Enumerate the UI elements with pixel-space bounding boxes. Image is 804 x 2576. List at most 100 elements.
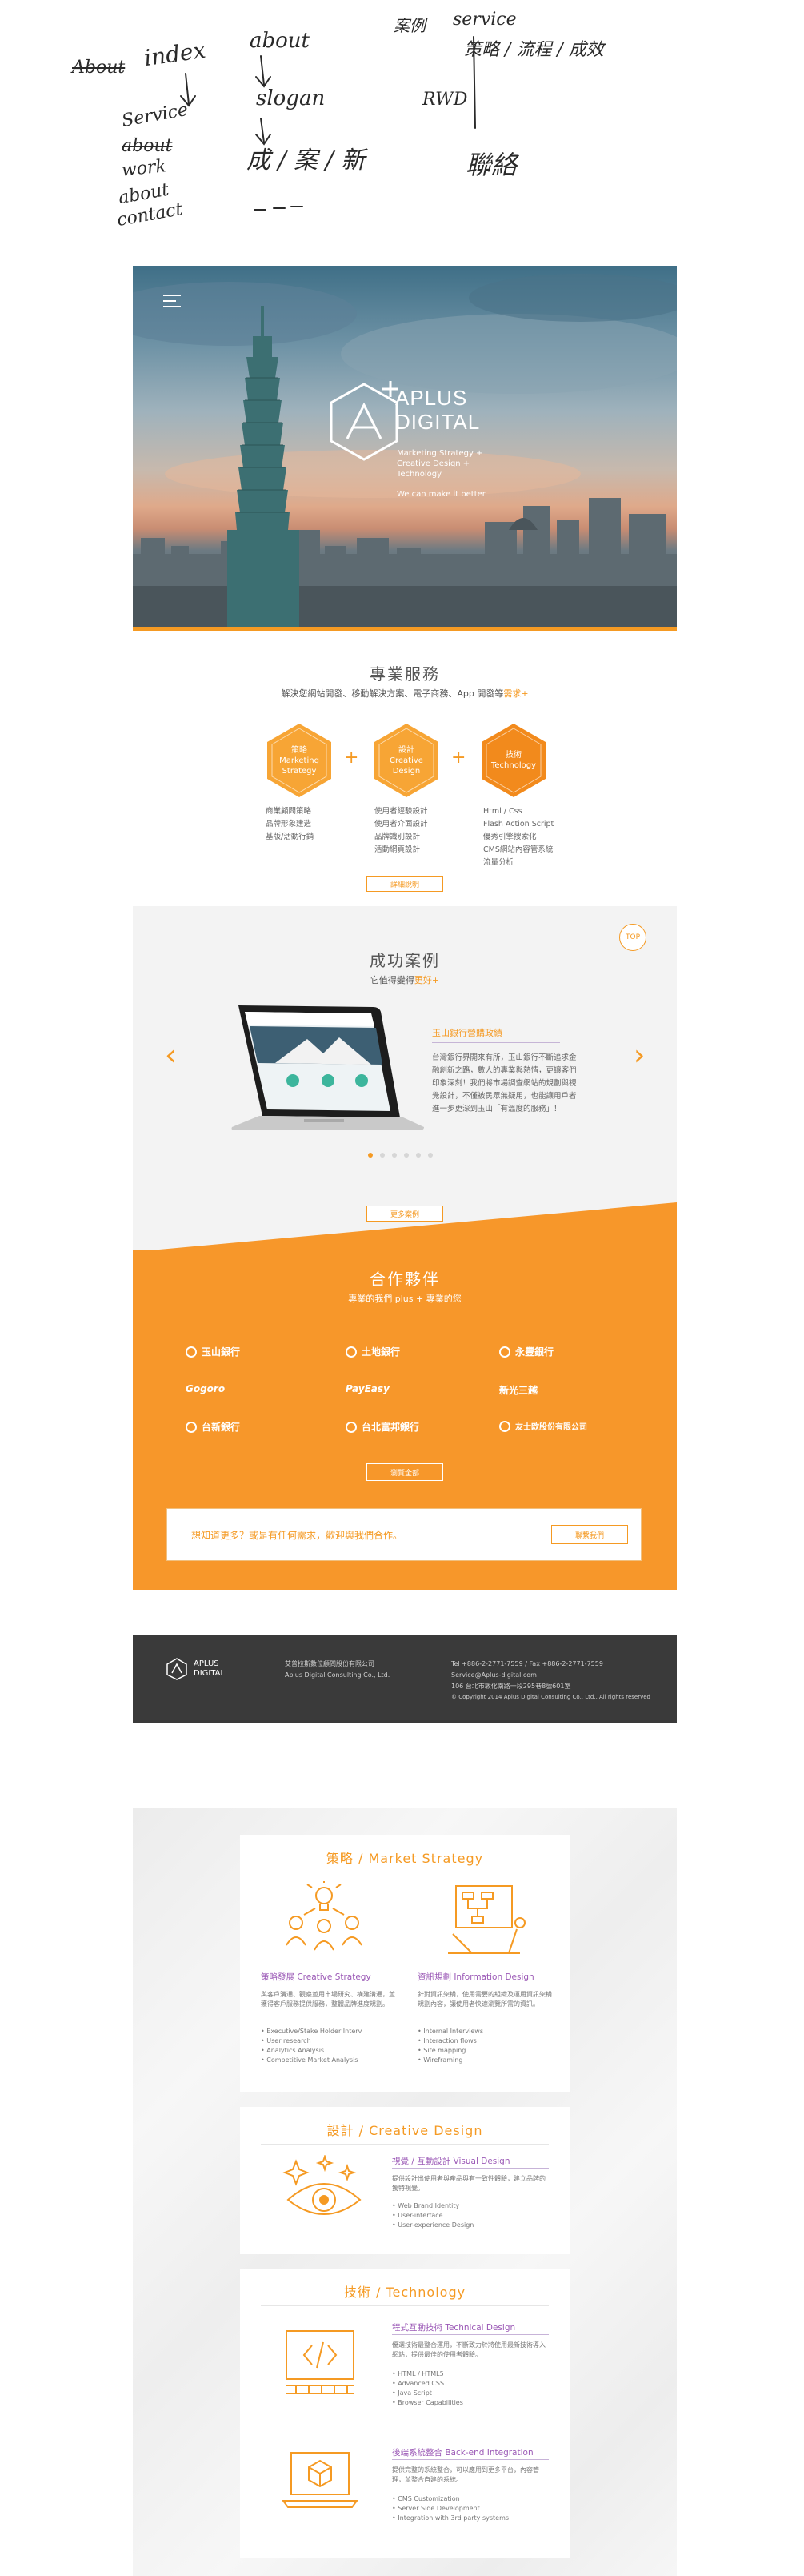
divider <box>392 2459 549 2460</box>
laptop-mockup-image <box>231 1005 424 1130</box>
list-item: • User research <box>261 2037 311 2044</box>
case-title[interactable]: 玉山銀行營購政績 <box>432 1026 502 1039</box>
partner-name: 台北富邦銀行 <box>362 1422 420 1433</box>
visual-design-list: • Web Brand Identity • User-interface • … <box>392 2201 474 2230</box>
carousel-pagination <box>368 1153 433 1158</box>
list-item: • Browser Capabilities <box>392 2399 463 2406</box>
footer-address: 106 台北市敦化南路一段295巷8號601室 <box>451 1683 571 1690</box>
footer-email[interactable]: Service@Aplus-digital.com <box>451 1670 537 1680</box>
information-design-desc: 針對資訊架構，使用需要的組織及運用資訊架構規劃內容，讓使用者快速瀏覽所需的資訊。 <box>418 1991 552 2008</box>
list-item: • Analytics Analysis <box>261 2047 325 2054</box>
backend-integration-desc: 提供完整的系統整合，可以應用到更多平台，內容管理，並整合自建的系統。 <box>392 2466 539 2483</box>
diagonal-divider <box>133 1202 677 1252</box>
list-item: • Internal Interviews <box>418 2028 484 2035</box>
list-item: • HTML / HTML5 <box>392 2370 444 2377</box>
partners-title: 合作夥伴 <box>370 1270 440 1289</box>
code-brackets-icon <box>286 2330 354 2394</box>
partner-logo[interactable]: 玉山銀行 <box>186 1345 240 1358</box>
service-design-zh: 設計 <box>398 745 414 755</box>
list-item: 品牌識別設計 <box>374 833 421 841</box>
partners-subtitle: 專業的我們 plus + 專業的您 <box>348 1294 462 1304</box>
list-item: CMS網站內容管系統 <box>483 845 554 854</box>
services-subtitle: 解決您網站開發、移動解決方案、電子商務、App 開發等需求+ <box>133 687 677 700</box>
technical-design-list: • HTML / HTML5 • Advanced CSS • Java Scr… <box>392 2369 463 2408</box>
information-design-title: 資訊規劃 Information Design <box>418 1972 534 1982</box>
partner-name: 土地銀行 <box>362 1346 401 1358</box>
divider <box>392 2334 549 2335</box>
carousel-dot-active[interactable] <box>368 1153 373 1158</box>
backend-integration-list: • CMS Customization • Server Side Develo… <box>392 2494 509 2523</box>
services-detail-button[interactable]: 詳細說明 <box>366 876 443 892</box>
view-all-partners-button[interactable]: 瀏覽全部 <box>366 1463 443 1481</box>
eye-sparkle-icon <box>282 2155 362 2215</box>
list-item: • User-interface <box>392 2212 443 2219</box>
partners-section: 合作夥伴 專業的我們 plus + 專業的您 玉山銀行 土地銀行 永豐銀行 Go… <box>133 1250 677 1590</box>
cases-subtitle: 它值得變得更好+ <box>133 973 677 986</box>
service-hex-design[interactable]: 設計 Creative Design <box>368 722 445 799</box>
contact-us-button[interactable]: 聯繫我們 <box>551 1525 628 1544</box>
partner-logo[interactable]: 友士欧股份有限公司 <box>499 1420 587 1432</box>
service-strategy-zh: 策略 <box>291 745 307 755</box>
service-tech-zh: 技術 <box>506 751 522 760</box>
list-item: 品牌形象建造 <box>266 820 312 829</box>
cases-subtitle-highlight: 更好+ <box>414 975 440 985</box>
services-subtitle-text: 解決您網站開發、移動解決方案、電子商務、App 開發等 <box>281 688 504 699</box>
partner-logo[interactable]: 新光三越 <box>499 1383 538 1397</box>
services-subtitle-highlight: 需求+ <box>503 688 529 699</box>
service-detail-mockup: 策略 / Market Strategy 策略發展 Creative Strat… <box>133 1808 677 2576</box>
service-design-list: 使用者經驗設計 使用者介面設計 品牌識別設計 活動網頁設計 <box>374 805 428 857</box>
carousel-dot[interactable] <box>416 1153 421 1158</box>
divider <box>261 2144 549 2145</box>
list-item: 活動網頁設計 <box>374 845 421 854</box>
footer-company-en: Aplus Digital Consulting Co., Ltd. <box>285 1671 390 1679</box>
laptop-cube-icon <box>282 2452 358 2508</box>
carousel-dot[interactable] <box>428 1153 433 1158</box>
partner-logo[interactable]: PayEasy <box>346 1383 390 1394</box>
back-to-top-button[interactable]: TOP <box>619 924 646 951</box>
carousel-next-arrow[interactable]: › <box>634 1039 645 1072</box>
hero-tagline: Marketing Strategy + Creative Design + T… <box>397 449 483 479</box>
cases-title: 成功案例 <box>370 951 440 970</box>
partner-name: 新光三越 <box>499 1385 538 1396</box>
carousel-dot[interactable] <box>404 1153 409 1158</box>
design-heading: 設計 / Creative Design <box>326 2123 483 2138</box>
design-card: 設計 / Creative Design 視覺 / 互動設計 Visual De… <box>240 2107 570 2254</box>
divider <box>261 2305 549 2306</box>
carousel-dot[interactable] <box>380 1153 385 1158</box>
partner-logo[interactable]: 台北富邦銀行 <box>346 1420 419 1434</box>
technical-design-title: 程式互動技術 Technical Design <box>392 2323 516 2333</box>
partner-logo[interactable]: 土地銀行 <box>346 1345 400 1358</box>
case-description: 台灣銀行界開來有所，玉山銀行不斷追求金融創新之路，數人的專業與熱情，更讓客們印象… <box>432 1053 577 1113</box>
partner-logo[interactable]: 台新銀行 <box>186 1420 240 1434</box>
list-item: • Web Brand Identity <box>392 2202 460 2209</box>
case-divider <box>432 1042 560 1043</box>
strategy-heading: 策略 / Market Strategy <box>326 1851 484 1866</box>
footer-copyright: © Copyright 2014 Aplus Digital Consultin… <box>451 1694 650 1700</box>
footer-brand-line2: DIGITAL <box>194 1669 226 1678</box>
information-design-list: • Internal Interviews • Interaction flow… <box>418 2027 483 2065</box>
backend-integration-title: 後端系統整合 Back-end Integration <box>392 2448 534 2458</box>
service-strategy-en: Marketing Strategy <box>279 756 319 776</box>
partner-name: PayEasy <box>346 1383 390 1394</box>
technical-design-desc: 優選技術最整合運用，不斷致力於將使用最新技術導入網站，提供最佳的使用者體驗。 <box>392 2341 546 2358</box>
list-item: • Site mapping <box>418 2047 466 2054</box>
partner-logo[interactable]: Gogoro <box>186 1383 225 1394</box>
carousel-prev-arrow[interactable]: ‹ <box>165 1039 176 1072</box>
divider <box>392 2168 549 2169</box>
flowchart-board-icon <box>448 1885 526 1954</box>
carousel-dot[interactable] <box>392 1153 397 1158</box>
hamburger-menu-icon[interactable] <box>163 295 181 307</box>
list-item: 流量分析 <box>483 858 514 867</box>
services-title: 專業服務 <box>370 664 440 684</box>
hero-tagline-secondary: We can make it better <box>397 490 486 499</box>
creative-strategy-desc: 與客戶溝通、觀察並用市場研究、構建溝通，並獲得客戶服務提供服務，整體品牌進度規劃… <box>261 1991 395 2008</box>
cases-section: TOP 成功案例 它值得變得更好+ ‹ › 玉山銀行營購政績 台灣銀行界開來有所… <box>133 906 677 1250</box>
design-sheet: About index about 案例 service 策略 / 流程 / 成… <box>0 0 804 2576</box>
lightbulb-team-icon <box>286 1881 362 1951</box>
service-hex-technology[interactable]: 技術 Technology <box>475 722 552 799</box>
list-item: Flash Action Script <box>483 820 554 829</box>
partner-logo[interactable]: 永豐銀行 <box>499 1345 554 1358</box>
service-tech-list: Html / Css Flash Action Script 優秀引擎搜索化 C… <box>483 805 554 869</box>
service-hex-strategy[interactable]: 策略 Marketing Strategy <box>261 722 338 799</box>
list-item: • Advanced CSS <box>392 2380 445 2387</box>
